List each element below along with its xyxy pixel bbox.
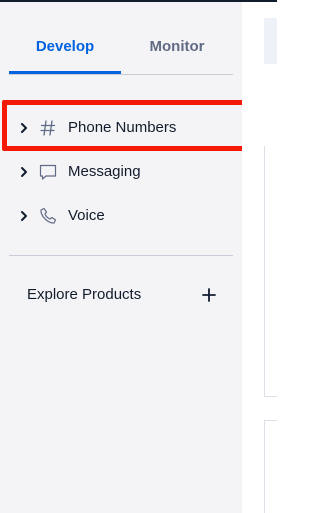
sidebar-item-label: Voice: [68, 207, 105, 224]
sidebar-item-label: Messaging: [68, 163, 141, 180]
sidebar-tabs: Develop Monitor: [9, 20, 233, 76]
content-card-edge: [264, 396, 277, 397]
explore-products-label: Explore Products: [27, 286, 142, 303]
content-card-edge: [264, 420, 265, 513]
highlight-box: [2, 100, 269, 151]
chevron-right-icon[interactable]: [19, 165, 29, 179]
content-header-strip: [264, 18, 277, 64]
chevron-right-icon[interactable]: [19, 209, 29, 223]
sidebar-item-messaging[interactable]: Messaging: [16, 159, 226, 185]
tabs-divider: [9, 74, 233, 75]
plus-icon[interactable]: [201, 287, 217, 303]
phone-icon: [40, 207, 57, 224]
tab-develop[interactable]: Develop: [9, 20, 121, 74]
sidebar: Develop Monitor Phone Numbers Messaging …: [0, 2, 242, 513]
chat-bubble-icon: [39, 164, 57, 180]
sidebar-item-voice[interactable]: Voice: [16, 203, 226, 229]
explore-products-button[interactable]: Explore Products: [27, 282, 223, 308]
content-card-edge: [264, 146, 265, 396]
main-content: [242, 2, 277, 513]
content-card-edge: [264, 420, 277, 421]
tab-monitor[interactable]: Monitor: [121, 20, 233, 74]
sidebar-divider: [9, 255, 233, 256]
